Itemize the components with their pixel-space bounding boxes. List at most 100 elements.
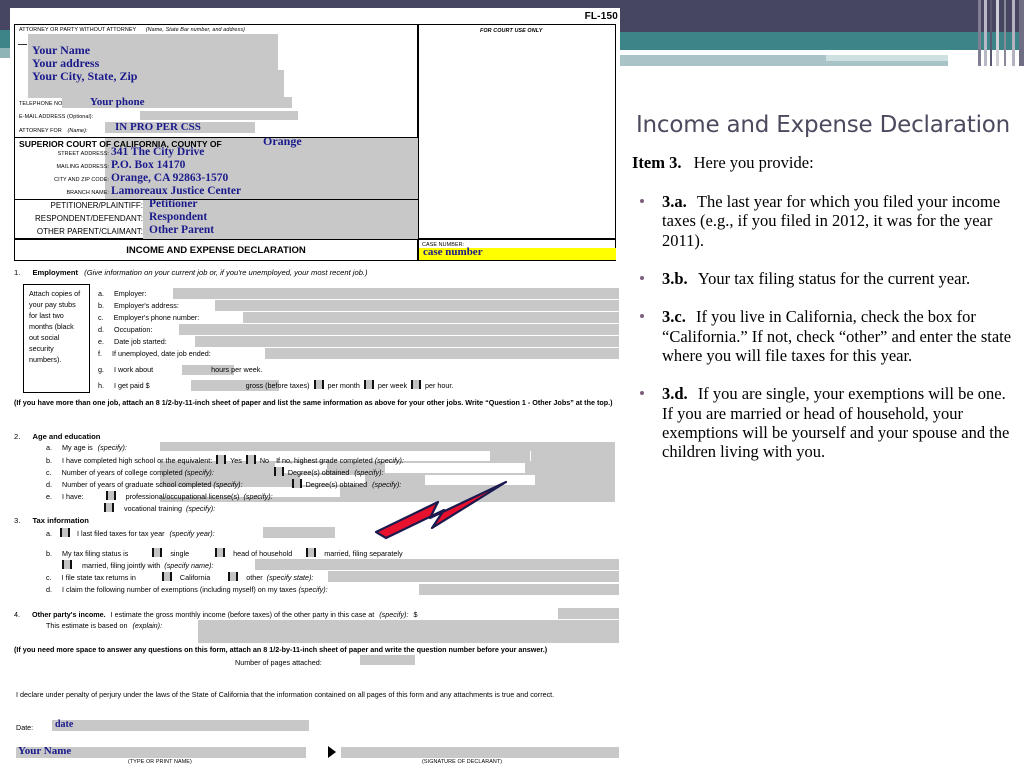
header-pale-accent [826,55,948,61]
item3-d-field[interactable] [419,584,619,595]
other-parent-label: OTHER PARENT/CLAIMANT: [36,227,143,236]
item3-intro: Item 3. Here you provide: [632,153,1014,173]
item3-intro-text: Here you provide: [693,153,814,173]
county-value: Orange [263,134,302,148]
pages-attached-label: Number of pages attached: [235,658,322,667]
type-print-name-label: (TYPE OR PRINT NAME) [128,759,192,765]
checkbox-filing-single[interactable] [152,548,163,557]
item2-heading: 2. Age and education [14,432,101,441]
bullet-dot-icon [640,391,644,396]
list-item: 3.a. The last year for which you filed y… [632,192,1014,250]
attorney-for-label: ATTORNEY FOR (Name): [19,128,88,134]
signature-field[interactable] [341,747,619,758]
item3-b2: married, filing jointly with (specify na… [60,560,213,570]
item3-c-other-field[interactable] [328,571,619,582]
bullet-dot-icon [640,276,644,281]
item3-intro-label: Item 3. [632,153,682,173]
attorney-for-value: IN PRO PER CSS [115,121,201,133]
item1-row-e: e. Date job started: [98,337,167,346]
item4-explain-field[interactable] [198,620,619,643]
court-use-box [418,24,616,239]
bullet-text: If you are single, your exemptions will … [662,384,1010,462]
item3-d: d. I claim the following number of exemp… [46,585,328,594]
item4-line2: This estimate is based on (explain): [46,621,163,630]
street-address-label: STREET ADDRESS: [57,151,109,157]
mailing-address-value: P.O. Box 14170 [111,159,186,171]
checkbox-vocational-training[interactable] [104,503,114,512]
telephone-label: TELEPHONE NO: [19,101,65,107]
header-stripe-7 [1019,0,1024,66]
item4: 4. Other party's income. I estimate the … [14,610,418,619]
checkbox-hs-yes[interactable] [216,455,227,464]
checkbox-per-hour[interactable] [411,380,422,389]
checkbox-prof-license[interactable] [105,491,116,500]
checkbox-filing-married-separately[interactable] [306,548,317,557]
branch-name-label: BRANCH NAME: [66,190,109,196]
item3-a: a. I last filed taxes for tax year (spec… [46,528,215,538]
email-field[interactable] [140,111,298,120]
list-item: 3.b. Your tax filing status for the curr… [632,269,1014,288]
attorney-caption-label: ATTORNEY OR PARTY WITHOUT ATTORNEY (Name… [19,27,246,33]
item4-amount-field[interactable] [558,608,619,619]
signature-of-declarant-label: (SIGNATURE OF DECLARANT) [422,759,503,765]
branch-name-value: Lamoreaux Justice Center [111,185,242,197]
petitioner-value: Petitioner [149,198,198,210]
more-space-note: (If you need more space to answer any qu… [14,645,548,654]
respondent-value: Respondent [149,211,208,223]
date-field[interactable] [52,720,309,731]
attorney-citystatezip-value: Your City, State, Zip [32,69,138,83]
bullet-text: The last year for which you filed your i… [662,192,1001,250]
checkbox-per-week[interactable] [363,380,374,389]
telephone-value: Your phone [90,96,145,108]
item1-row-b: b. Employer's address: [98,301,179,310]
item2-a: a. My age is (specify): [46,443,127,452]
slide-title: Income and Expense Declaration [635,112,1011,138]
red-arrow-annotation [374,480,508,540]
bullet-text: Your tax filing status for the current y… [697,269,971,289]
case-number-value: case number [423,246,483,258]
item1-e-field[interactable] [195,336,619,347]
item2-d: d. Number of years of graduate school co… [46,479,402,489]
item2-e: e. I have: professional/occupational lic… [46,491,273,501]
checkbox-hs-no[interactable] [245,455,256,464]
checkbox-college-degree[interactable] [273,467,284,476]
item3-b: b. My tax filing status is single head o… [46,548,403,558]
date-value: date [55,719,74,730]
checkbox-per-month[interactable] [313,380,324,389]
form-title: INCOME AND EXPENSE DECLARATION [126,244,306,256]
item1-c-field[interactable] [243,312,619,323]
item2-c-white-strip-2 [385,463,525,473]
street-address-value: 341 The City Drive [111,146,205,158]
checkbox-state-california[interactable] [161,572,172,581]
signer-name-value: Your Name [18,745,72,757]
checkbox-state-other[interactable] [228,572,239,581]
item1-f-field[interactable] [265,348,619,359]
checkbox-grad-degree[interactable] [291,479,302,488]
item1-row-d: d. Occupation: [98,325,153,334]
item1-b-field[interactable] [215,300,619,311]
signature-pointer-icon [328,746,336,758]
checkbox-filing-married-jointly[interactable] [62,560,72,569]
item3-a-field[interactable] [263,527,335,538]
header-stripe-6 [1012,0,1015,66]
list-item: 3.c. If you live in California, check th… [632,307,1014,365]
checkbox-last-filed-taxes[interactable] [60,528,70,537]
item1-row-g: g. I work about hours per week. [98,365,263,374]
item1-d-field[interactable] [179,324,619,335]
bullet-dot-icon [640,199,644,204]
date-label: Date: [16,723,34,732]
item3-c: c. I file state tax returns in Californi… [46,572,314,582]
pages-attached-field[interactable] [360,655,415,665]
city-zip-label: CITY AND ZIP CODE: [54,177,109,183]
item2-b: b. I have completed high school or the e… [46,455,404,465]
item1-a-field[interactable] [173,288,619,299]
attach-copies-note-box: Attach copies of your pay stubs for last… [23,284,90,393]
item3-b-jointly-field[interactable] [255,559,619,570]
item2-e2: vocational training (specify): [102,503,215,513]
attach-copies-note: Attach copies of your pay stubs for last… [29,289,81,364]
mailing-address-label: MAILING ADDRESS: [56,164,109,170]
slide-content-panel: Income and Expense Declaration Item 3. H… [632,112,1014,461]
bullet-label: 3.a. [662,192,687,212]
header-stripe-1 [978,0,981,66]
checkbox-filing-head-of-household[interactable] [215,548,226,557]
